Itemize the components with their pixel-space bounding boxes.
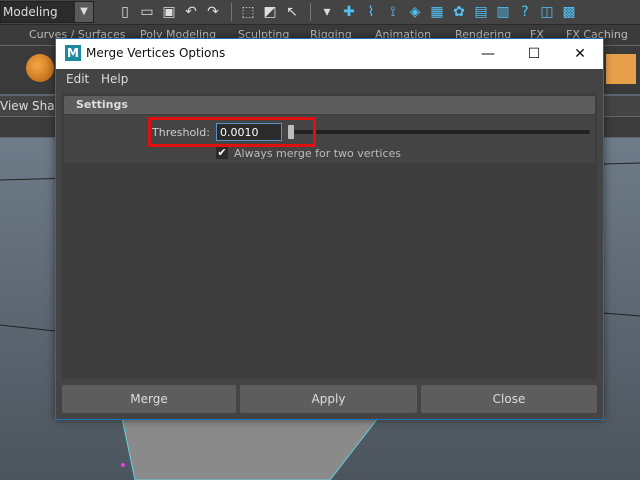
snap-point-icon[interactable]: ⟟ bbox=[383, 2, 403, 22]
snap-grid-icon[interactable]: ✚ bbox=[339, 2, 359, 22]
settings-section-title: Settings bbox=[76, 98, 128, 111]
close-button[interactable]: Close bbox=[421, 385, 597, 413]
apply-button[interactable]: Apply bbox=[240, 385, 417, 413]
dialog-menubar: Edit Help bbox=[56, 69, 603, 89]
select-component-icon[interactable]: ↖ bbox=[282, 2, 302, 22]
menu-arrow-icon[interactable]: ▾ bbox=[317, 2, 337, 22]
menu-edit[interactable]: Edit bbox=[66, 72, 89, 86]
hypershade-icon[interactable]: ◫ bbox=[537, 2, 557, 22]
new-scene-icon[interactable]: ▯ bbox=[115, 2, 135, 22]
snap-curve-icon[interactable]: ⌇ bbox=[361, 2, 381, 22]
snap-surface-icon[interactable]: ▦ bbox=[427, 2, 447, 22]
chevron-down-icon[interactable]: ▼ bbox=[75, 2, 93, 22]
dialog-titlebar[interactable]: M Merge Vertices Options — ☐ ✕ bbox=[56, 39, 603, 69]
main-toolbar: Modeling ▼ ▯ ▭ ▣ ↶ ↷ ⬚ ◩ ↖ ▾ ✚ ⌇ ⟟ ◈ ▦ ✿… bbox=[0, 0, 640, 25]
poly-sphere-icon[interactable] bbox=[26, 54, 54, 82]
settings-area: Threshold: ✔ Always merge for two vertic… bbox=[64, 115, 595, 163]
render-icon[interactable]: ✿ bbox=[449, 2, 469, 22]
merge-button[interactable]: Merge bbox=[62, 385, 236, 413]
threshold-slider-track[interactable] bbox=[292, 130, 590, 134]
ipr-render-icon[interactable]: ▥ bbox=[493, 2, 513, 22]
toolbar-divider bbox=[310, 3, 311, 21]
select-hierarchy-icon[interactable]: ⬚ bbox=[238, 2, 258, 22]
snap-view-icon[interactable]: ◈ bbox=[405, 2, 425, 22]
menu-help[interactable]: Help bbox=[101, 72, 128, 86]
threshold-slider-handle[interactable] bbox=[288, 125, 294, 139]
maximize-icon[interactable]: ☐ bbox=[511, 39, 557, 69]
redo-icon[interactable]: ↷ bbox=[203, 2, 223, 22]
always-merge-checkbox[interactable]: ✔ bbox=[216, 147, 228, 159]
open-scene-icon[interactable]: ▭ bbox=[137, 2, 157, 22]
close-icon[interactable]: ✕ bbox=[557, 39, 603, 69]
always-merge-label: Always merge for two vertices bbox=[234, 147, 401, 160]
minimize-icon[interactable]: — bbox=[465, 39, 511, 69]
dialog-buttons: Merge Apply Close bbox=[62, 385, 597, 413]
dialog-title: Merge Vertices Options bbox=[86, 46, 226, 60]
dialog-content: Settings Threshold: ✔ Always merge for t… bbox=[62, 93, 597, 379]
settings-section-header[interactable]: Settings bbox=[64, 96, 595, 114]
poly-cube-icon[interactable] bbox=[606, 54, 636, 84]
save-scene-icon[interactable]: ▣ bbox=[159, 2, 179, 22]
toolbar-divider bbox=[231, 3, 232, 21]
undo-icon[interactable]: ↶ bbox=[181, 2, 201, 22]
threshold-input[interactable] bbox=[216, 123, 282, 141]
maya-logo-icon: M bbox=[65, 45, 81, 61]
help-icon[interactable]: ? bbox=[515, 2, 535, 22]
merge-vertices-dialog: M Merge Vertices Options — ☐ ✕ Edit Help… bbox=[55, 38, 604, 420]
mode-selector-label: Modeling bbox=[3, 5, 58, 19]
threshold-label: Threshold: bbox=[152, 126, 210, 139]
render-view-icon[interactable]: ▩ bbox=[559, 2, 579, 22]
select-object-icon[interactable]: ◩ bbox=[260, 2, 280, 22]
mode-selector[interactable]: Modeling ▼ bbox=[0, 1, 94, 23]
panel-menu-view[interactable]: View bbox=[0, 99, 28, 113]
clapper-icon[interactable]: ▤ bbox=[471, 2, 491, 22]
